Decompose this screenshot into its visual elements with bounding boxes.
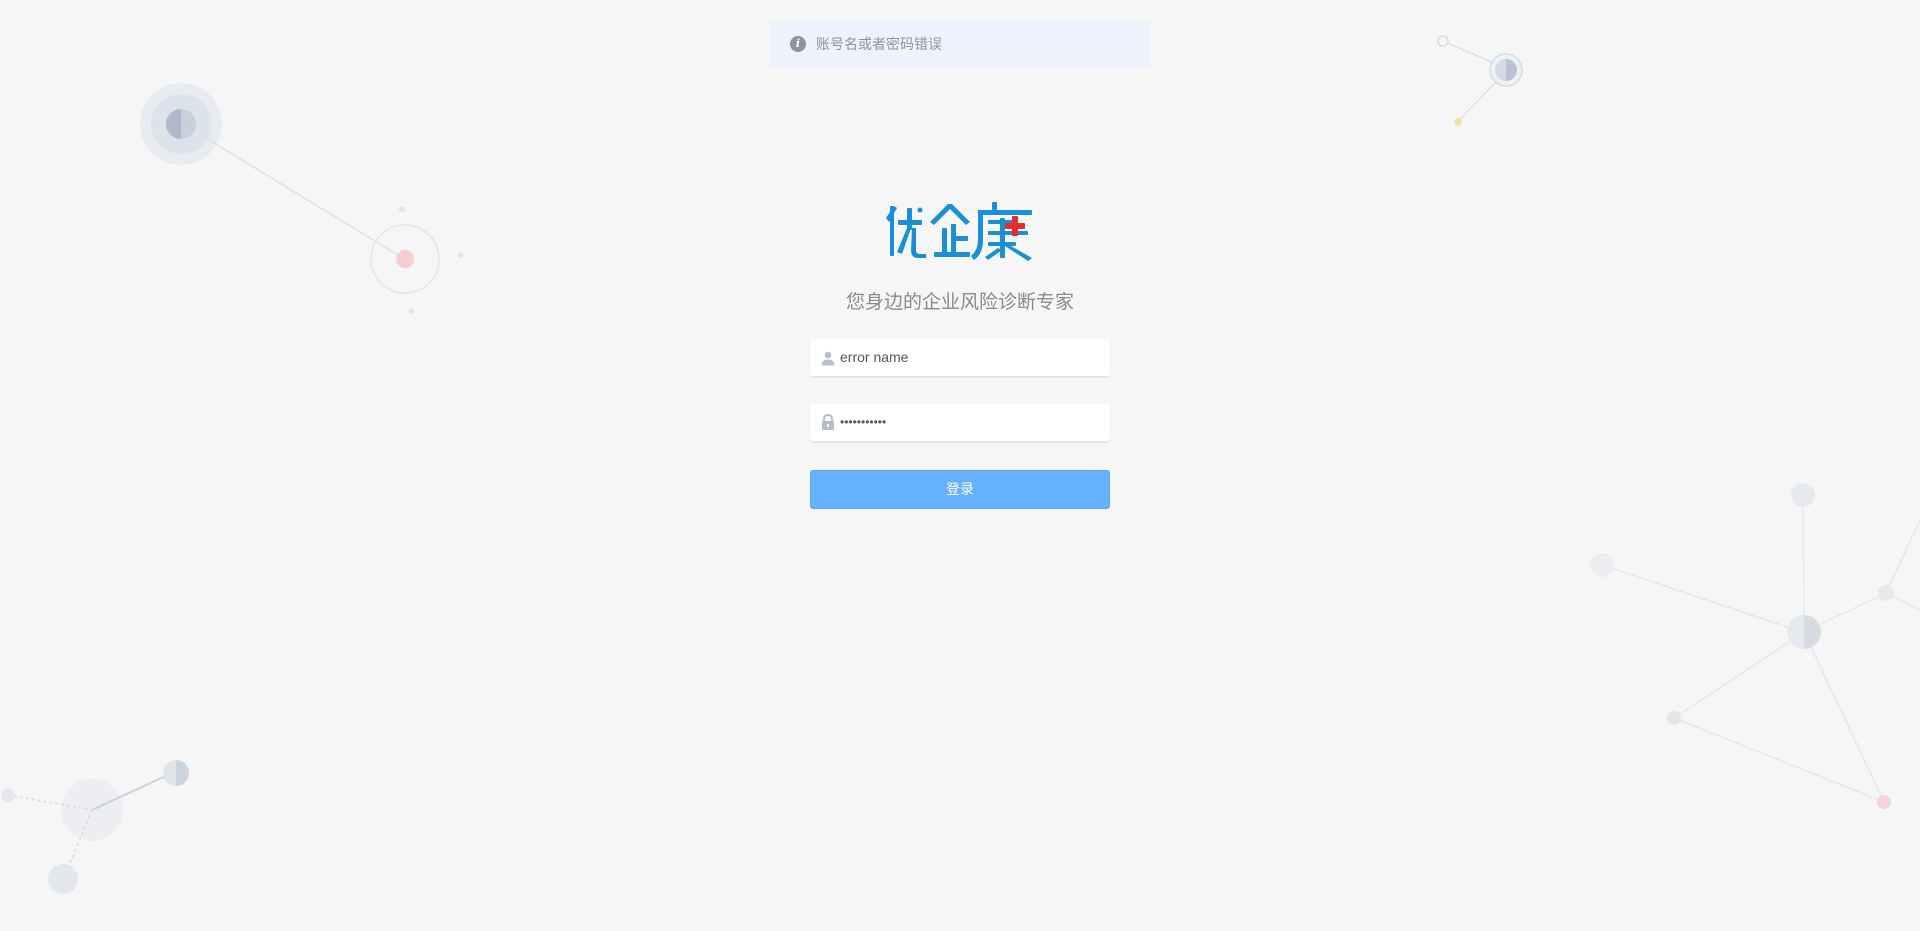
info-icon: i <box>790 36 806 52</box>
login-page: i 账号名或者密码错误 您身边的企业风险诊断专家 error name ••••… <box>0 0 1920 931</box>
decor-cluster-top-right <box>1437 35 1523 126</box>
error-message: 账号名或者密码错误 <box>816 36 942 52</box>
username-field[interactable] <box>810 339 1110 377</box>
brand-logo <box>886 202 1032 261</box>
decor-cluster-bottom-left <box>1 760 189 894</box>
error-alert: i 账号名或者密码错误 <box>770 20 1150 68</box>
slogan: 您身边的企业风险诊断专家 <box>845 292 1074 313</box>
password-field[interactable] <box>810 404 1110 442</box>
user-icon <box>821 351 835 366</box>
password-input[interactable] <box>840 404 1102 440</box>
lock-icon <box>822 413 834 430</box>
username-input[interactable] <box>840 339 1102 375</box>
decor-cluster-top-left <box>140 83 464 314</box>
decor-cluster-bottom-right <box>1590 483 1920 809</box>
login-button[interactable]: 登录 <box>810 470 1110 509</box>
background-decoration <box>1 35 1920 894</box>
